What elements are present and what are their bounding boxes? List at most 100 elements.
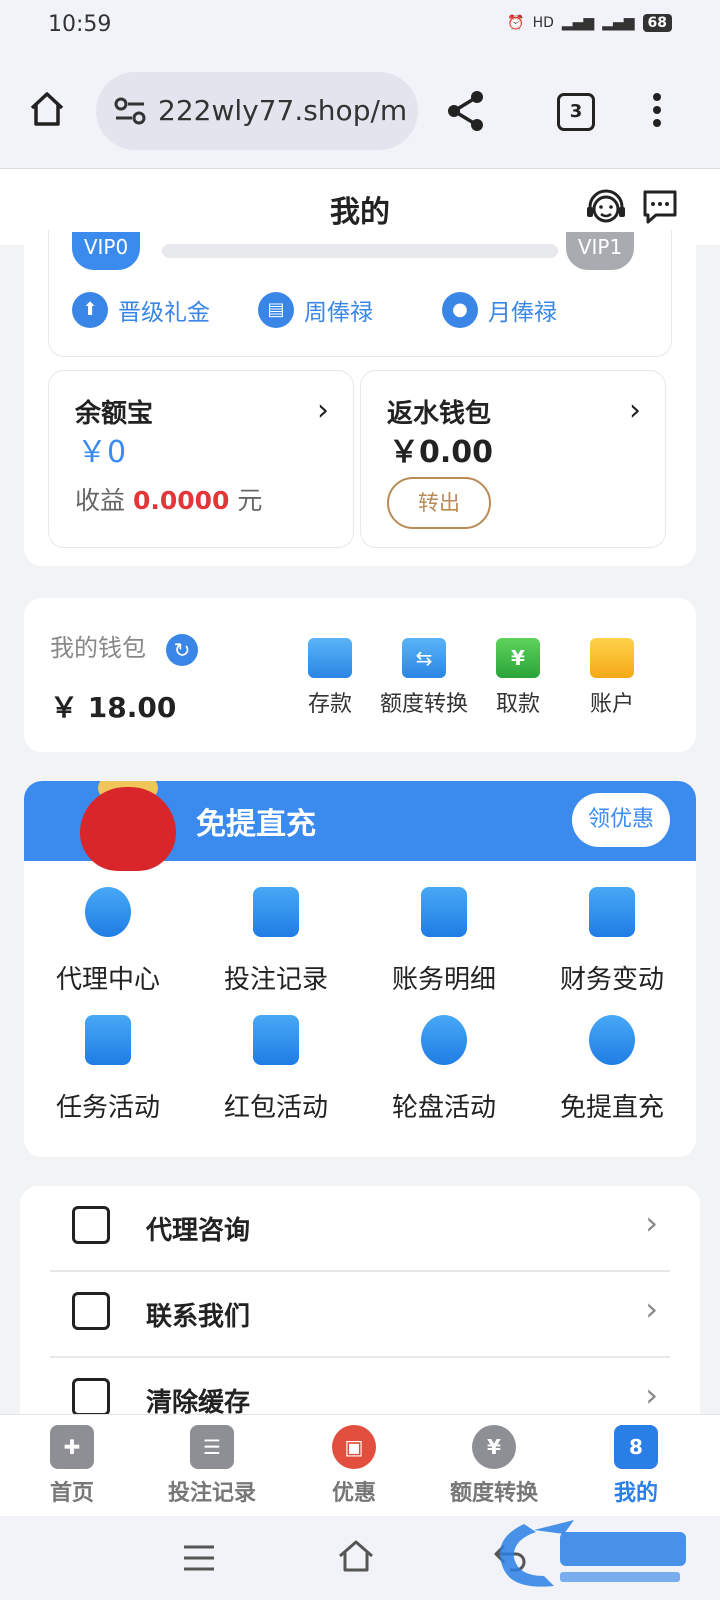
signal-icon: ▂▄▆ [561, 15, 595, 31]
chat-doc-icon [72, 1206, 110, 1244]
rebate-wallet-card[interactable]: 返水钱包 › ￥0.00 转出 [360, 370, 666, 548]
grid-item-wheel[interactable]: 轮盘活动 [360, 1015, 528, 1124]
perk-label: 月俸禄 [488, 300, 557, 326]
chevron-right-icon: › [629, 393, 641, 428]
document-icon: ☰ [190, 1425, 234, 1469]
grid-item-red-envelope[interactable]: 红包活动 [192, 1015, 360, 1124]
wallet-amount: ￥ 18.00 [50, 691, 177, 724]
gift-icon: ▣ [332, 1425, 376, 1469]
vip-next-badge: VIP1 [566, 232, 634, 270]
grid-label: 任务活动 [55, 1093, 160, 1123]
site-settings-icon[interactable] [114, 96, 146, 126]
bet-record-icon [253, 887, 299, 937]
withdraw-button[interactable]: ¥ 取款 [468, 638, 568, 718]
alarm-icon: ⏰ [507, 15, 525, 31]
balance-treasure-amount: ￥0 [77, 435, 127, 470]
perk-label: 周俸禄 [304, 300, 373, 326]
more-options-icon[interactable] [652, 92, 662, 128]
nav-mine[interactable]: 8 我的 [576, 1425, 696, 1507]
perk-monthly-salary[interactable]: ● 月俸禄 [442, 292, 557, 328]
grid-item-task[interactable]: 任务活动 [24, 1015, 192, 1124]
arrow-up-icon: ⬆ [72, 292, 108, 328]
account-button[interactable]: 账户 [562, 638, 662, 718]
url-text[interactable]: 222wly77.shop/m [158, 94, 407, 127]
account-detail-icon [421, 887, 467, 937]
vip-current-badge: VIP0 [72, 232, 140, 270]
battery-indicator: 68 [642, 14, 672, 32]
withdraw-icon: ¥ [496, 638, 540, 678]
exchange-icon: ¥ [472, 1425, 516, 1469]
message-icon[interactable] [640, 187, 680, 227]
vip-progress-bar [162, 244, 558, 258]
promo-banner[interactable]: 免提直充 领优惠 [24, 781, 696, 871]
wallet-label: 我的钱包 [50, 634, 146, 662]
task-icon [85, 1015, 131, 1065]
grid-label: 投注记录 [223, 965, 328, 995]
menu-label: 联系我们 [146, 1302, 251, 1332]
earnings-label: 收益 [75, 486, 126, 515]
chevron-right-icon: › [317, 393, 329, 428]
chevron-right-icon: › [645, 1204, 658, 1242]
contact-book-icon [72, 1292, 110, 1330]
card-icon [590, 638, 634, 678]
refresh-icon[interactable]: ↻ [166, 634, 198, 666]
nav-quota-transfer[interactable]: ¥ 额度转换 [434, 1425, 554, 1507]
deposit-button[interactable]: 存款 [280, 638, 380, 718]
home-icon[interactable] [28, 90, 66, 128]
nav-home[interactable]: ✚ 首页 [12, 1425, 132, 1507]
earnings-unit: 元 [237, 486, 263, 515]
grid-item-account-detail[interactable]: 账务明细 [360, 887, 528, 996]
status-time: 10:59 [48, 12, 112, 37]
nav-label: 首页 [49, 1481, 94, 1506]
perk-weekly-salary[interactable]: ▤ 周俸禄 [258, 292, 373, 328]
grid-label: 轮盘活动 [391, 1093, 496, 1123]
quota-transfer-label: 额度转换 [379, 692, 468, 717]
promo-title: 免提直充 [196, 807, 316, 842]
menu-list: 代理咨询 › 联系我们 › 清除缓存 › [20, 1186, 700, 1426]
grid-item-direct-charge[interactable]: 免提直充 [528, 1015, 696, 1124]
menu-item-agent-consult[interactable]: 代理咨询 › [50, 1186, 670, 1272]
shirt-icon: 8 [614, 1425, 658, 1469]
transfer-out-button[interactable]: 转出 [387, 477, 491, 529]
grid-label: 免提直充 [559, 1093, 664, 1123]
nav-bet-record[interactable]: ☰ 投注记录 [152, 1425, 272, 1507]
balance-treasure-card[interactable]: 余额宝 › ￥0 收益 0.0000 元 [48, 370, 354, 548]
perk-promotion-bonus[interactable]: ⬆ 晋级礼金 [72, 292, 210, 328]
signal-icon-2: ▂▄▆ [602, 15, 635, 31]
chevron-right-icon: › [645, 1290, 658, 1328]
trash-icon [72, 1378, 110, 1416]
site-watermark-logo [499, 1520, 686, 1587]
deposit-label: 存款 [307, 692, 352, 717]
grid-item-bet-record[interactable]: 投注记录 [192, 887, 360, 996]
grid-item-finance-change[interactable]: 财务变动 [528, 887, 696, 996]
grid-item-agent-center[interactable]: 代理中心 [24, 887, 192, 996]
nav-label: 额度转换 [449, 1481, 538, 1506]
transfer-icon: ⇆ [402, 638, 446, 678]
earnings-value: 0.0000 [132, 486, 230, 515]
rebate-wallet-title: 返水钱包 [387, 399, 492, 429]
menu-label: 代理咨询 [146, 1216, 251, 1246]
grid-label: 财务变动 [559, 965, 664, 995]
nav-promotions[interactable]: ▣ 优惠 [294, 1425, 414, 1507]
wallet-card: 我的钱包 ↻ ￥ 18.00 存款 ⇆ 额度转换 ¥ 取款 账户 [24, 598, 696, 752]
money-bag-icon: ● [442, 292, 478, 328]
rebate-wallet-amount: ￥0.00 [389, 435, 494, 470]
nav-label: 投注记录 [167, 1481, 256, 1506]
menu-item-contact-us[interactable]: 联系我们 › [50, 1272, 670, 1358]
quota-transfer-button[interactable]: ⇆ 额度转换 [374, 638, 474, 718]
chevron-right-icon: › [645, 1376, 658, 1414]
menu-icon[interactable] [182, 1544, 216, 1572]
share-icon[interactable] [446, 90, 486, 132]
customer-service-icon[interactable] [584, 187, 628, 231]
status-bar: 10:59 ⏰ HD ▂▄▆ ▂▄▆ 68 [0, 0, 720, 56]
perk-label: 晋级礼金 [118, 300, 210, 326]
address-bar[interactable]: 222wly77.shop/m [96, 72, 418, 150]
claim-coupon-button[interactable]: 领优惠 [572, 793, 670, 847]
account-label: 账户 [589, 692, 634, 717]
system-home-icon[interactable] [336, 1538, 376, 1574]
tab-switcher-button[interactable]: 3 [557, 93, 595, 131]
wallet-icon [308, 638, 352, 678]
nav-label: 我的 [613, 1481, 658, 1506]
clipboard-icon: ▤ [258, 292, 294, 328]
finance-change-icon [589, 887, 635, 937]
